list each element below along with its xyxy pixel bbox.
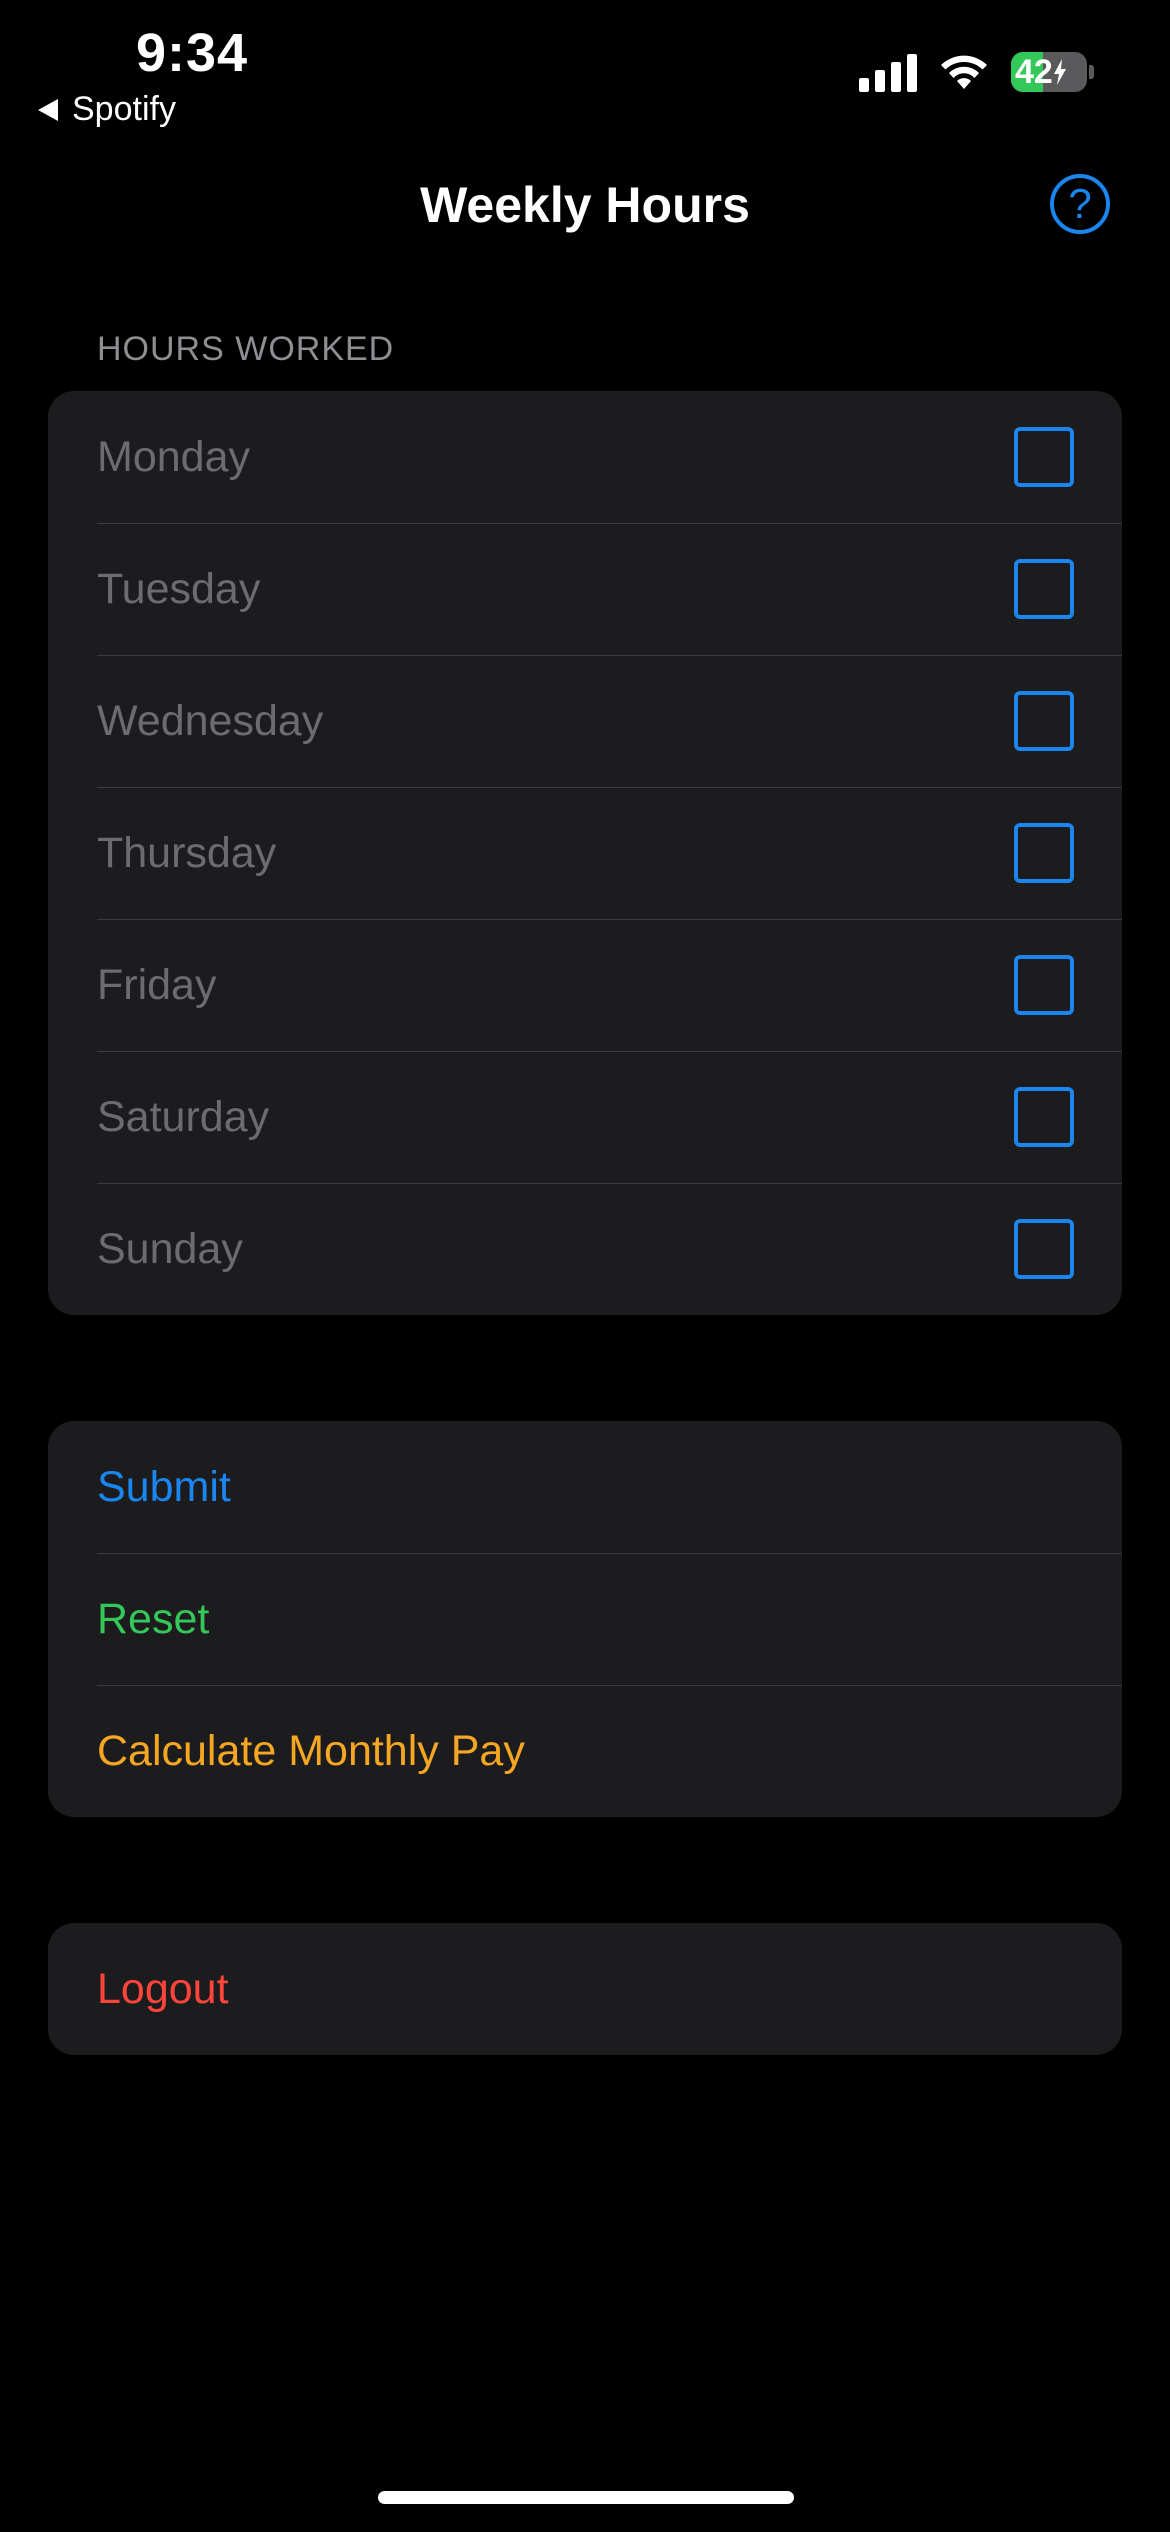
day-label: Monday bbox=[97, 432, 250, 481]
reset-label: Reset bbox=[97, 1594, 210, 1643]
page-title: Weekly Hours bbox=[420, 177, 750, 233]
back-to-app-button[interactable]: Spotify bbox=[38, 90, 176, 129]
hours-worked-list: Monday Tuesday Wednesday Thursday Friday… bbox=[48, 391, 1122, 1315]
checkbox-saturday[interactable] bbox=[1014, 1087, 1074, 1147]
checkbox-thursday[interactable] bbox=[1014, 823, 1074, 883]
battery-charging-icon: 42 bbox=[1011, 52, 1094, 92]
home-indicator[interactable] bbox=[378, 2491, 794, 2504]
day-row-sunday[interactable]: Sunday bbox=[48, 1183, 1122, 1315]
battery-percent: 42 bbox=[1015, 52, 1053, 91]
question-mark-circle-icon: ? bbox=[1068, 180, 1092, 227]
day-row-friday[interactable]: Friday bbox=[48, 919, 1122, 1051]
day-label: Thursday bbox=[97, 828, 277, 877]
cellular-signal-icon bbox=[859, 52, 917, 92]
logout-button[interactable]: Logout bbox=[48, 1923, 1122, 2055]
calculate-monthly-pay-label: Calculate Monthly Pay bbox=[97, 1726, 525, 1775]
back-app-label: Spotify bbox=[72, 90, 176, 128]
checkbox-wednesday[interactable] bbox=[1014, 691, 1074, 751]
section-header-hours-worked: HOURS WORKED bbox=[97, 330, 395, 368]
status-time: 9:34 bbox=[136, 23, 249, 83]
status-icons: 42 bbox=[859, 52, 1094, 92]
checkbox-monday[interactable] bbox=[1014, 427, 1074, 487]
checkbox-tuesday[interactable] bbox=[1014, 559, 1074, 619]
day-row-wednesday[interactable]: Wednesday bbox=[48, 655, 1122, 787]
day-row-monday[interactable]: Monday bbox=[48, 391, 1122, 523]
day-label: Wednesday bbox=[97, 696, 324, 745]
day-label: Friday bbox=[97, 960, 217, 1009]
charging-bolt-icon bbox=[1053, 59, 1066, 85]
help-button[interactable]: ? bbox=[1050, 174, 1110, 234]
actions-list: Submit Reset Calculate Monthly Pay bbox=[48, 1421, 1122, 1817]
submit-label: Submit bbox=[97, 1462, 231, 1511]
day-label: Tuesday bbox=[97, 564, 261, 613]
logout-section: Logout bbox=[48, 1923, 1122, 2055]
day-row-tuesday[interactable]: Tuesday bbox=[48, 523, 1122, 655]
logout-label: Logout bbox=[97, 1964, 229, 2013]
day-label: Sunday bbox=[97, 1224, 243, 1273]
reset-button[interactable]: Reset bbox=[48, 1553, 1122, 1685]
checkbox-sunday[interactable] bbox=[1014, 1219, 1074, 1279]
day-row-thursday[interactable]: Thursday bbox=[48, 787, 1122, 919]
day-label: Saturday bbox=[97, 1092, 270, 1141]
wifi-icon bbox=[941, 55, 987, 89]
submit-button[interactable]: Submit bbox=[48, 1421, 1122, 1553]
day-row-saturday[interactable]: Saturday bbox=[48, 1051, 1122, 1183]
checkbox-friday[interactable] bbox=[1014, 955, 1074, 1015]
back-triangle-icon bbox=[38, 98, 58, 121]
calculate-monthly-pay-button[interactable]: Calculate Monthly Pay bbox=[48, 1685, 1122, 1817]
